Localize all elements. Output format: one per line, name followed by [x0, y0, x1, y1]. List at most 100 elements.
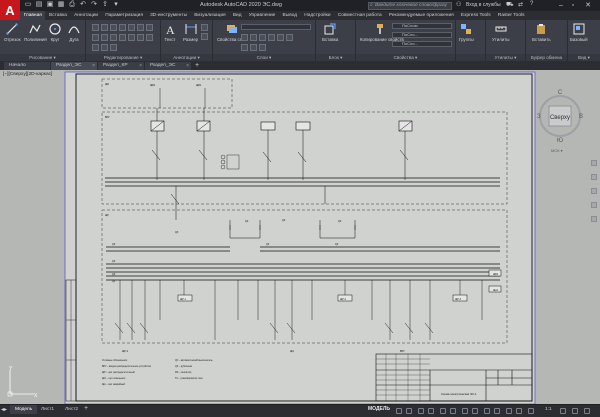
extend-icon[interactable] [101, 44, 108, 51]
polyline-button[interactable]: Полилиния [24, 23, 47, 42]
compass-south[interactable]: Ю [557, 138, 563, 144]
ribbon-tab-output[interactable]: Вывод [279, 11, 301, 20]
layout-tab-sheet1[interactable]: Лист1 [36, 405, 59, 414]
properties-panel-title[interactable]: Свойства ▾ [356, 54, 455, 61]
layer-match-icon[interactable] [277, 34, 284, 41]
lengthen-icon[interactable] [110, 44, 117, 51]
transparency-icon[interactable] [472, 408, 478, 414]
layout-scroll-icon[interactable]: ◂▸ [1, 406, 7, 413]
layer-isolate-icon[interactable] [268, 34, 275, 41]
compass-east[interactable]: В [579, 114, 583, 120]
viewcube-top-face[interactable]: Сверху [550, 115, 570, 121]
viewport-controls-label[interactable]: [−][Сверху][2D-каркас] [3, 72, 52, 77]
workspace-gear-icon[interactable] [560, 408, 566, 414]
undo-icon[interactable]: ↶ [79, 1, 87, 9]
utilities-button[interactable]: Утилиты [492, 23, 509, 42]
osnap-icon[interactable] [440, 408, 446, 414]
ribbon-tab-annotate[interactable]: Аннотации [70, 11, 101, 20]
layers-panel-title[interactable]: Слои ▾ [213, 54, 315, 61]
dynamic-ucs-icon[interactable] [506, 408, 512, 414]
stretch-icon[interactable] [92, 34, 99, 41]
base-view-button[interactable]: Базовый [570, 23, 588, 42]
snap-icon[interactable] [406, 408, 412, 414]
layout-tab-sheet2[interactable]: Лист2 [60, 405, 83, 414]
3d-osnap-icon[interactable] [494, 408, 500, 414]
ortho-icon[interactable] [418, 408, 424, 414]
paste-button[interactable]: Вставить [532, 23, 551, 42]
orbit-icon[interactable] [591, 202, 597, 208]
cart-icon[interactable]: ⛟ [506, 1, 514, 9]
scale-icon[interactable] [101, 34, 108, 41]
linetype-dropdown[interactable]: ПоСло... [392, 32, 452, 38]
compass-west[interactable]: З [537, 114, 541, 120]
isolate-objects-icon[interactable] [572, 408, 578, 414]
lineweight-dropdown[interactable]: ПоСло... [392, 41, 452, 47]
signin-link[interactable]: Вход в службы [466, 2, 501, 8]
line-button[interactable]: Отрезок [4, 23, 21, 42]
search-input[interactable]: Введите ключевое слово/фразу [368, 1, 452, 10]
offset-icon[interactable] [128, 34, 135, 41]
save-as-icon[interactable]: ▦ [57, 1, 65, 9]
copy-icon[interactable] [128, 24, 135, 31]
ribbon-tab-raster-tools[interactable]: Raster Tools [494, 11, 528, 20]
table-icon[interactable] [201, 33, 208, 40]
arc-button[interactable]: Дуга [68, 23, 80, 42]
file-tab-start[interactable]: Начало [4, 62, 50, 70]
file-tab-es[interactable]: Раздел_ЭС × [51, 62, 97, 70]
move-icon[interactable] [92, 24, 99, 31]
polar-icon[interactable] [428, 408, 434, 414]
join-icon[interactable] [146, 34, 153, 41]
share-icon[interactable]: ⇪ [101, 1, 109, 9]
zoom-icon[interactable] [591, 188, 597, 194]
redo-icon[interactable]: ↷ [90, 1, 98, 9]
array-icon[interactable] [110, 34, 117, 41]
ribbon-tab-parametric[interactable]: Параметризация [102, 11, 147, 20]
ribbon-tab-addins[interactable]: Надстройки [301, 11, 335, 20]
autocad-logo-icon[interactable]: A [0, 0, 20, 20]
new-file-icon[interactable]: ▭ [24, 1, 32, 9]
customization-menu-icon[interactable] [584, 408, 590, 414]
maximize-button[interactable]: ▫ [568, 1, 578, 10]
dimension-button[interactable]: Размер [183, 23, 198, 42]
wcs-menu[interactable]: МСК ▾ [551, 148, 563, 153]
trim-icon[interactable] [110, 24, 117, 31]
print-icon[interactable]: ⎙ [68, 1, 76, 9]
model-space-button[interactable]: МОДЕЛЬ [368, 406, 390, 412]
file-tab-kr[interactable]: Раздел_КР × [98, 62, 144, 70]
modify-panel-title[interactable]: Редактирование ▾ [86, 54, 160, 61]
dropdown-icon[interactable]: ▾ [112, 1, 120, 9]
leader-icon[interactable] [201, 24, 208, 31]
close-tab-icon[interactable]: × [139, 62, 142, 70]
drawing-canvas[interactable]: ЩВ1 ЩВ1 ЩВ ВРУ ЩР QF QF QF QF QF QF QF Q… [0, 70, 600, 404]
add-tab-button[interactable]: + [192, 62, 202, 70]
chamfer-icon[interactable] [137, 34, 144, 41]
groups-button[interactable]: Группы [459, 23, 474, 42]
draw-panel-title[interactable]: Рисование ▾ [0, 54, 85, 61]
ribbon-tab-view[interactable]: Вид [229, 11, 245, 20]
erase-icon[interactable] [119, 24, 126, 31]
mirror-icon[interactable] [137, 24, 144, 31]
selection-cycling-icon[interactable] [484, 408, 490, 414]
viewcube[interactable]: Сверху С Ю З В [535, 84, 585, 154]
lineweight-icon[interactable] [462, 408, 468, 414]
annotation-panel-title[interactable]: Аннотации ▾ [161, 54, 212, 61]
fillet-icon[interactable] [146, 24, 153, 31]
grid-icon[interactable] [396, 408, 402, 414]
selection-filter-icon[interactable] [516, 408, 522, 414]
add-layout-icon[interactable]: + [84, 405, 88, 412]
open-file-icon[interactable]: ▤ [35, 1, 43, 9]
layer-dropdown[interactable] [241, 24, 311, 30]
layer-walk-icon[interactable] [241, 44, 248, 51]
layer-freeze-icon[interactable] [241, 34, 248, 41]
help-icon[interactable]: ? [530, 1, 533, 7]
clipboard-panel-title[interactable]: Буфер обмена [526, 54, 567, 61]
steering-wheel-icon[interactable] [591, 160, 597, 166]
ribbon-tab-3d-tools[interactable]: 3D-инструменты [147, 11, 191, 20]
ribbon-tab-featured-apps[interactable]: Рекомендуемые приложения [385, 11, 457, 20]
break-icon[interactable] [92, 44, 99, 51]
exchange-icon[interactable]: ⇄ [518, 1, 523, 8]
layout-tab-model[interactable]: Модель [10, 405, 38, 414]
pan-icon[interactable] [591, 174, 597, 180]
layer-off-icon[interactable] [259, 34, 266, 41]
ribbon-tab-manage[interactable]: Управление [245, 11, 279, 20]
